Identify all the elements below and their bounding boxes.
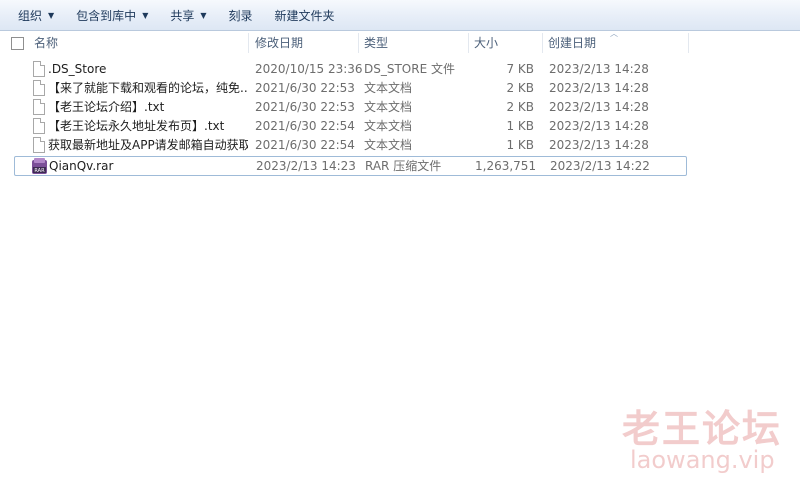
document-icon: [33, 118, 45, 134]
column-divider[interactable]: [468, 33, 469, 53]
select-all-checkbox[interactable]: [11, 37, 24, 50]
column-divider[interactable]: [358, 33, 359, 53]
file-modified: 2021/6/30 22:54: [255, 119, 355, 133]
column-type[interactable]: 类型: [364, 31, 388, 55]
command-bar: 组织 ▼ 包含到库中 ▼ 共享 ▼ 刻录 新建文件夹: [0, 0, 800, 31]
file-name: QianQv.rar: [49, 159, 114, 173]
file-type: 文本文档: [364, 100, 413, 114]
file-name: .DS_Store: [48, 62, 107, 76]
organize-label: 组织: [18, 8, 43, 23]
column-divider[interactable]: [248, 33, 249, 53]
file-size: 1,263,751...: [475, 159, 535, 173]
file-size: 1 KB: [506, 119, 534, 133]
file-size: 2 KB: [506, 100, 534, 114]
organize-button[interactable]: 组织 ▼: [10, 4, 62, 26]
column-created-label: 创建日期: [548, 36, 597, 50]
column-name[interactable]: 名称: [34, 31, 58, 55]
file-row[interactable]: 【老王论坛介绍】.txt 2021/6/30 22:53 文本文档 2 KB 2…: [14, 98, 685, 117]
file-modified: 2023/2/13 14:23: [256, 159, 356, 173]
file-type: 文本文档: [364, 119, 413, 133]
watermark-url: laowang.vip: [630, 446, 775, 474]
burn-label: 刻录: [228, 8, 253, 23]
file-created: 2023/2/13 14:28: [549, 81, 649, 95]
document-icon: [33, 80, 45, 96]
file-row[interactable]: 获取最新地址及APP请发邮箱自动获取... 2021/6/30 22:54 文本…: [14, 136, 685, 155]
dropdown-arrow-icon: ▼: [200, 10, 207, 20]
watermark-title: 老王论坛: [622, 407, 783, 451]
column-modified[interactable]: 修改日期: [255, 31, 303, 55]
file-created: 2023/2/13 14:28: [549, 119, 649, 133]
column-size[interactable]: 大小: [474, 31, 498, 55]
column-created[interactable]: 创建日期: [548, 31, 596, 55]
file-type: 文本文档: [364, 81, 413, 95]
file-size: 1 KB: [506, 138, 534, 152]
file-row[interactable]: 【来了就能下载和观看的论坛，纯免... 2021/6/30 22:53 文本文档…: [14, 79, 685, 98]
rar-archive-icon: RAR: [31, 157, 48, 175]
dropdown-arrow-icon: ▼: [48, 10, 55, 20]
dropdown-arrow-icon: ▼: [142, 10, 149, 20]
file-size: 7 KB: [506, 62, 534, 76]
file-modified: 2021/6/30 22:54: [255, 138, 355, 152]
file-modified: 2021/6/30 22:53: [255, 81, 355, 95]
column-header: 名称 修改日期 类型 大小 创建日期 ︿: [0, 29, 800, 55]
file-row[interactable]: .DS_Store 2020/10/15 23:36 DS_STORE 文件 7…: [14, 60, 685, 79]
file-created: 2023/2/13 14:22: [550, 159, 650, 173]
new-folder-label: 新建文件夹: [274, 8, 335, 23]
include-library-label: 包含到库中: [76, 8, 137, 23]
burn-button[interactable]: 刻录: [221, 4, 261, 26]
document-icon: [33, 61, 45, 77]
sort-ascending-icon: ︿: [610, 29, 618, 38]
document-icon: [33, 137, 45, 153]
file-modified: 2021/6/30 22:53: [255, 100, 355, 114]
file-created: 2023/2/13 14:28: [549, 138, 649, 152]
file-created: 2023/2/13 14:28: [549, 62, 649, 76]
column-divider[interactable]: [688, 33, 689, 53]
file-type: DS_STORE 文件: [364, 62, 455, 76]
file-name: 【来了就能下载和观看的论坛，纯免...: [48, 81, 248, 95]
file-created: 2023/2/13 14:28: [549, 100, 649, 114]
file-row-selected[interactable]: RAR QianQv.rar 2023/2/13 14:23 RAR 压缩文件 …: [14, 156, 687, 176]
column-size-label: 大小: [474, 36, 499, 50]
svg-text:RAR: RAR: [34, 168, 45, 174]
column-type-label: 类型: [364, 36, 389, 50]
include-in-library-button[interactable]: 包含到库中 ▼: [68, 4, 156, 26]
file-row[interactable]: 【老王论坛永久地址发布页】.txt 2021/6/30 22:54 文本文档 1…: [14, 117, 685, 136]
new-folder-button[interactable]: 新建文件夹: [267, 4, 343, 26]
file-modified: 2020/10/15 23:36: [255, 62, 363, 76]
file-type: 文本文档: [364, 138, 413, 152]
document-icon: [33, 99, 45, 115]
file-type: RAR 压缩文件: [365, 159, 442, 173]
file-name: 获取最新地址及APP请发邮箱自动获取...: [48, 138, 248, 152]
share-button[interactable]: 共享 ▼: [162, 4, 214, 26]
share-label: 共享: [170, 8, 195, 23]
file-size: 2 KB: [506, 81, 534, 95]
column-name-label: 名称: [34, 36, 59, 50]
file-name: 【老王论坛永久地址发布页】.txt: [48, 119, 225, 133]
file-name: 【老王论坛介绍】.txt: [48, 100, 165, 114]
column-modified-label: 修改日期: [255, 36, 304, 50]
column-divider[interactable]: [542, 33, 543, 53]
